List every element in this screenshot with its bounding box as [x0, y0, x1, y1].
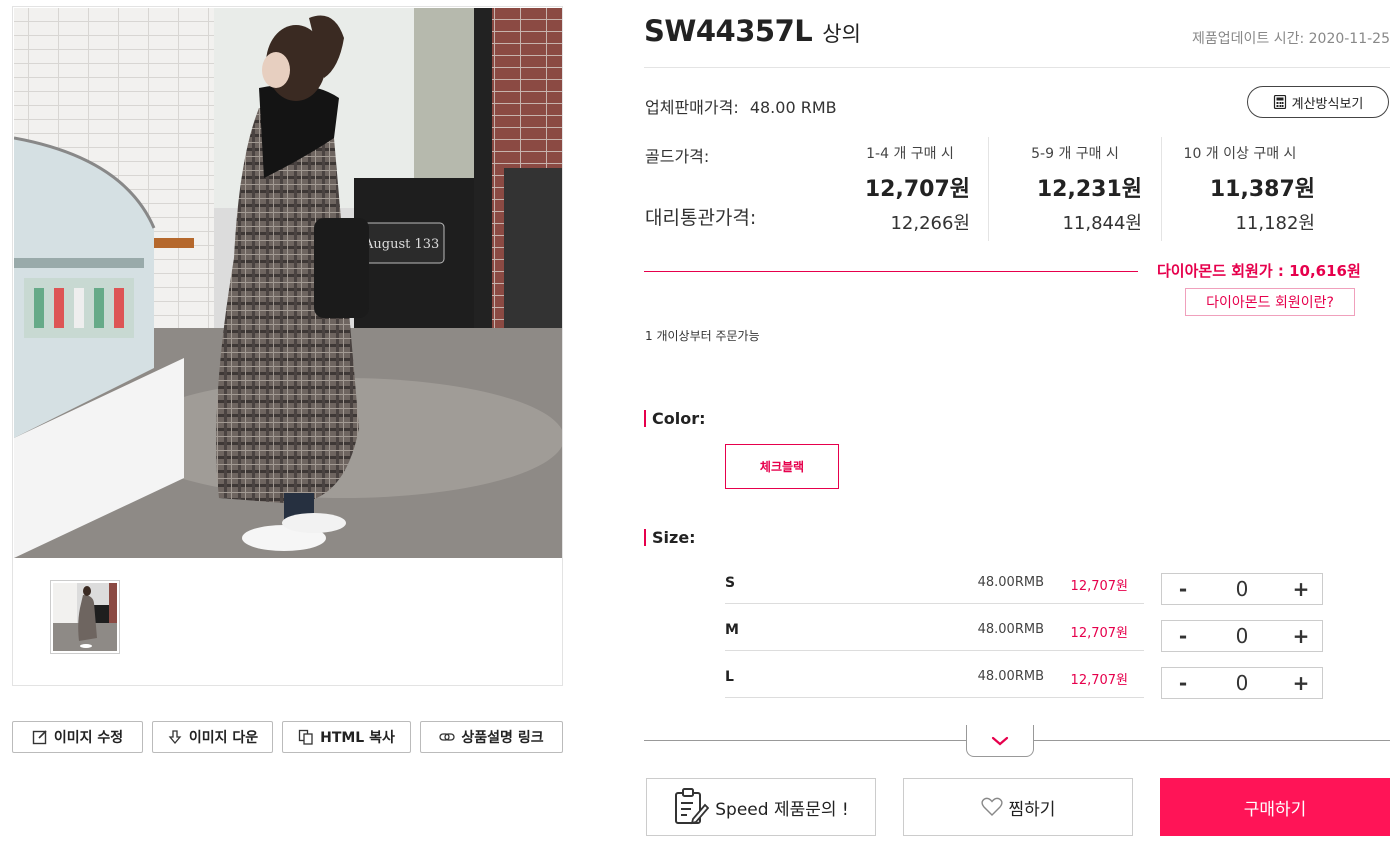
- description-link-button[interactable]: 상품설명 링크: [420, 721, 563, 753]
- increase-button[interactable]: +: [1280, 577, 1322, 601]
- calculator-icon: [1273, 95, 1286, 109]
- size-rmb-price: 48.00RMB: [977, 575, 1044, 590]
- decrease-button[interactable]: -: [1162, 577, 1204, 601]
- size-won-price: 12,707원: [1070, 626, 1128, 641]
- quantity-stepper: - +: [1161, 667, 1323, 699]
- decrease-button[interactable]: -: [1162, 671, 1204, 695]
- speed-inquiry-button[interactable]: Speed 제품문의 !: [646, 778, 876, 836]
- quantity-input[interactable]: [1204, 670, 1280, 696]
- tier-gold-price: 12,231원: [1036, 177, 1142, 202]
- link-icon: [439, 733, 456, 741]
- wishlist-label: 찜하기: [1008, 799, 1056, 820]
- tier-gold-price: 11,387원: [1209, 177, 1315, 202]
- tier-agency-price: 12,266원: [890, 213, 970, 234]
- speed-inquiry-label: Speed 제품문의 !: [715, 799, 849, 820]
- buy-button[interactable]: 구매하기: [1160, 778, 1390, 836]
- size-name: M: [725, 622, 739, 638]
- size-won-price: 12,707원: [1070, 673, 1128, 688]
- size-option-title: Size:: [644, 529, 696, 546]
- title-divider: [644, 67, 1390, 68]
- tier-agency-price: 11,182원: [1235, 213, 1315, 234]
- size-row: M 48.00RMB 12,707원: [725, 617, 1144, 651]
- calc-method-button[interactable]: 계산방식보기: [1247, 86, 1389, 118]
- tier-qty: 1-4 개 구매 시: [866, 146, 954, 162]
- description-link-label: 상품설명 링크: [461, 730, 544, 746]
- heart-icon: [980, 797, 1003, 816]
- copy-html-label: HTML 복사: [320, 730, 395, 746]
- gold-price-label: 골드가격:: [645, 147, 710, 166]
- calc-method-label: 계산방식보기: [1291, 96, 1364, 112]
- tier-agency-price: 11,844원: [1062, 213, 1142, 234]
- update-time: 제품업데이트 시간: 2020-11-25: [1191, 31, 1390, 47]
- product-sku: SW44357L: [644, 14, 813, 48]
- size-name: L: [725, 669, 734, 685]
- download-image-button[interactable]: 이미지 다운: [152, 721, 273, 753]
- edit-image-label: 이미지 수정: [53, 730, 124, 746]
- copy-html-button[interactable]: HTML 복사: [282, 721, 411, 753]
- chevron-down-icon: [991, 736, 1009, 745]
- price-tier-3: 10 개 이상 구매 시 11,387원 11,182원: [1145, 137, 1315, 241]
- size-rmb-price: 48.00RMB: [977, 622, 1044, 637]
- diamond-info-link[interactable]: 다이아몬드 회원이란?: [1185, 288, 1355, 316]
- clipboard-icon: [675, 788, 710, 825]
- size-rmb-price: 48.00RMB: [977, 669, 1044, 684]
- color-option-title: Color:: [644, 410, 706, 427]
- expand-options-toggle[interactable]: [966, 725, 1034, 757]
- min-order-note: 1 개이상부터 주문가능: [645, 329, 760, 343]
- tier-qty: 10 개 이상 구매 시: [1183, 146, 1297, 162]
- diamond-divider: [644, 271, 1138, 272]
- decrease-button[interactable]: -: [1162, 624, 1204, 648]
- copy-icon: [298, 729, 313, 745]
- edit-icon: [32, 730, 47, 745]
- quantity-input[interactable]: [1204, 576, 1280, 602]
- product-main-image: August 133: [14, 8, 562, 558]
- size-row: L 48.00RMB 12,707원: [725, 664, 1144, 698]
- increase-button[interactable]: +: [1280, 671, 1322, 695]
- product-category: 상의: [822, 22, 861, 46]
- diamond-member-price: 다이아몬드 회원가 : 10,616원: [1157, 262, 1361, 280]
- tier-qty: 5-9 개 구매 시: [1031, 146, 1119, 162]
- wishlist-button[interactable]: 찜하기: [903, 778, 1133, 836]
- vendor-price-value: 48.00 RMB: [749, 98, 837, 117]
- agency-price-label: 대리통관가격:: [645, 207, 757, 229]
- increase-button[interactable]: +: [1280, 624, 1322, 648]
- svg-text:August 133: August 133: [363, 237, 439, 252]
- size-name: S: [725, 575, 736, 591]
- product-thumbnail[interactable]: [50, 580, 120, 654]
- download-image-label: 이미지 다운: [188, 730, 259, 746]
- size-won-price: 12,707원: [1070, 579, 1128, 594]
- quantity-stepper: - +: [1161, 573, 1323, 605]
- color-option-chip[interactable]: 체크블랙: [725, 444, 839, 489]
- product-title: SW44357L 상의: [644, 14, 861, 48]
- quantity-stepper: - +: [1161, 620, 1323, 652]
- size-row: S 48.00RMB 12,707원: [725, 570, 1144, 604]
- tier-gold-price: 12,707원: [864, 177, 970, 202]
- vendor-price-label: 업체판매가격:: [645, 98, 739, 117]
- quantity-input[interactable]: [1204, 623, 1280, 649]
- edit-image-button[interactable]: 이미지 수정: [12, 721, 143, 753]
- price-tier-2: 5-9 개 구매 시 12,231원 11,844원: [972, 137, 1142, 241]
- vendor-price: 업체판매가격: 48.00 RMB: [645, 94, 837, 118]
- price-tier-1: 1-4 개 구매 시 12,707원 12,266원: [800, 137, 970, 241]
- download-icon: [168, 730, 182, 745]
